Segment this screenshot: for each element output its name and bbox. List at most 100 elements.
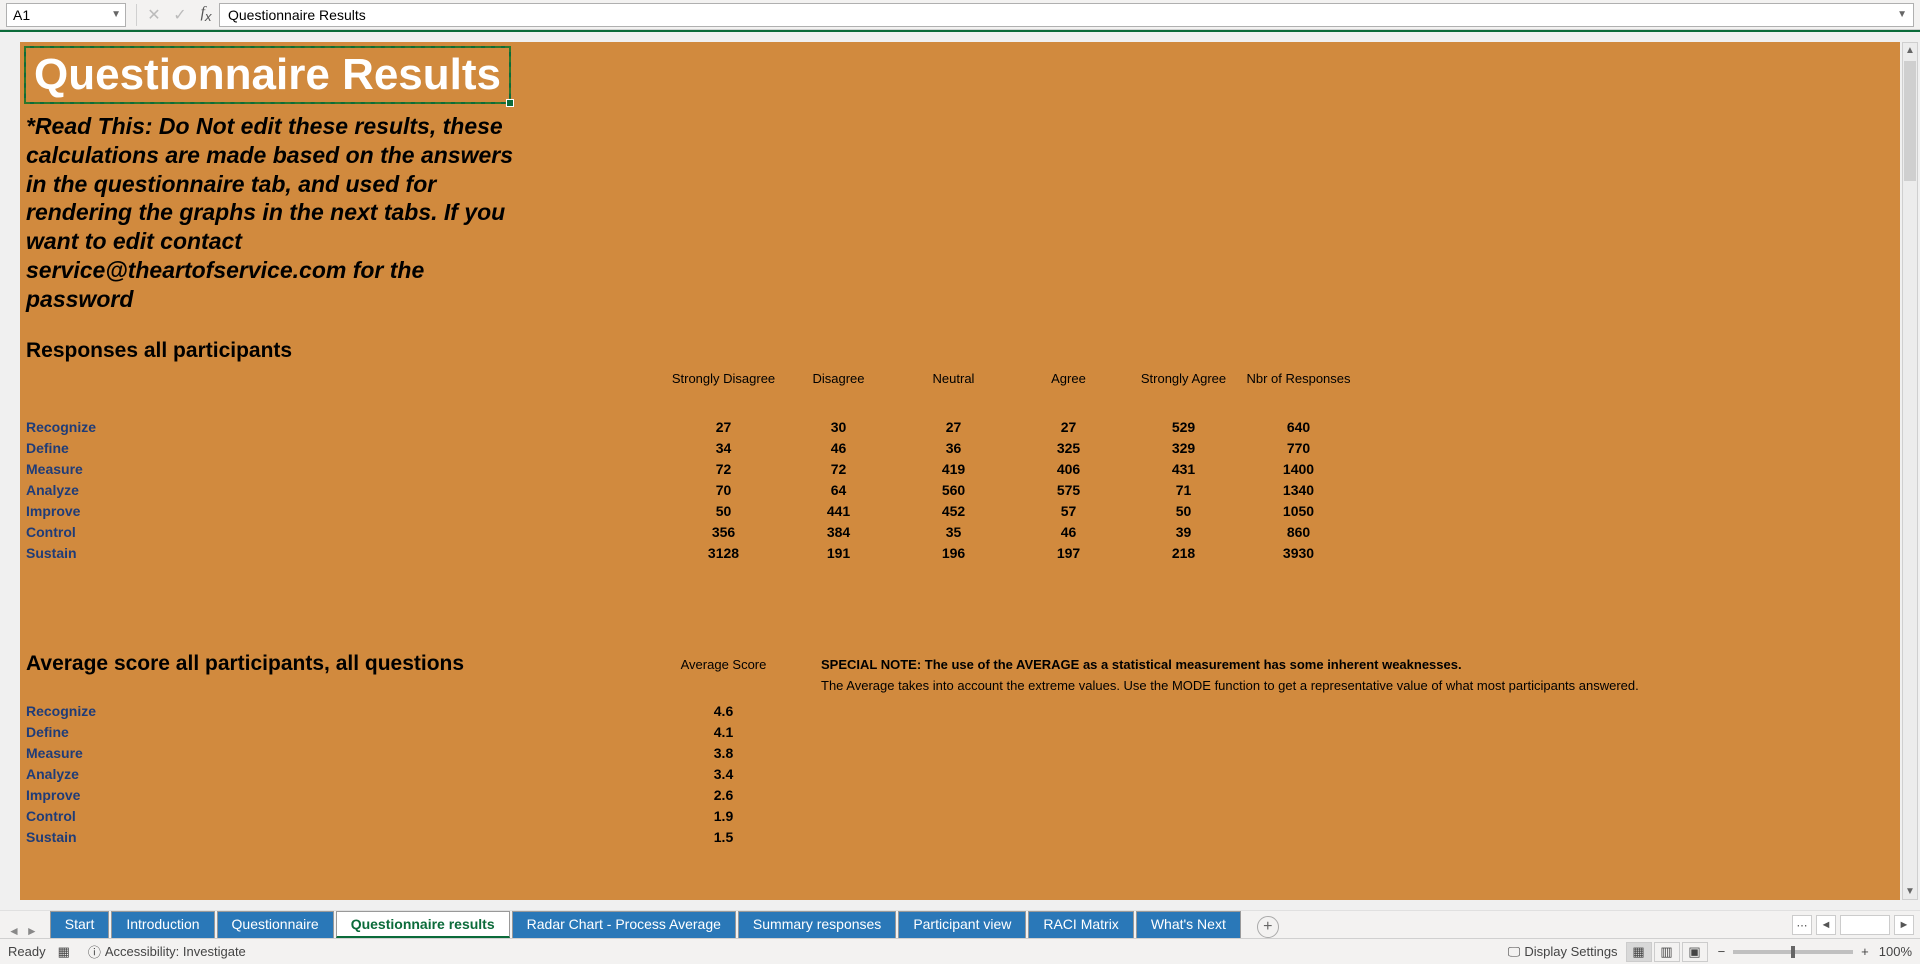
- table-row: Control356384354639860: [26, 521, 1356, 542]
- formula-input[interactable]: Questionnaire Results ▼: [219, 3, 1914, 27]
- category-label: Measure: [26, 745, 666, 761]
- cell-value: 50: [1126, 503, 1241, 519]
- zoom-in-button[interactable]: +: [1861, 944, 1869, 959]
- scroll-up-icon[interactable]: ▲: [1903, 45, 1917, 56]
- cell-value: 325: [1011, 440, 1126, 456]
- table-row: Define4.1: [26, 721, 1639, 742]
- avg-score-header: Average Score: [666, 657, 781, 672]
- scroll-thumb[interactable]: [1904, 61, 1916, 181]
- table-row: Analyze3.4: [26, 763, 1639, 784]
- hscroll-right-icon[interactable]: ►: [1894, 915, 1914, 935]
- cell-value: 3.4: [666, 766, 781, 782]
- category-label: Analyze: [26, 766, 666, 782]
- cell-value: 1.5: [666, 829, 781, 845]
- cell-value: 70: [666, 482, 781, 498]
- tab-next-icon[interactable]: ►: [26, 924, 38, 938]
- sheet-tab[interactable]: Questionnaire results: [336, 911, 510, 938]
- formula-text: Questionnaire Results: [228, 7, 366, 23]
- selected-cell-a1[interactable]: Questionnaire Results: [24, 46, 511, 104]
- sheet-tab[interactable]: Introduction: [111, 911, 214, 938]
- category-label: Recognize: [26, 703, 666, 719]
- sheet-tab[interactable]: Start: [50, 911, 110, 938]
- fx-icon[interactable]: fx: [193, 4, 219, 24]
- cell-value: 197: [1011, 545, 1126, 561]
- category-label: Sustain: [26, 829, 666, 845]
- zoom-knob[interactable]: [1791, 946, 1795, 958]
- cell-value: 196: [896, 545, 1011, 561]
- cell-value: 72: [666, 461, 781, 477]
- col-header: Disagree: [781, 371, 896, 386]
- sheet-tab[interactable]: Questionnaire: [217, 911, 334, 938]
- cell-value: 35: [896, 524, 1011, 540]
- cell-value: 46: [1011, 524, 1126, 540]
- scroll-down-icon[interactable]: ▼: [1903, 886, 1917, 897]
- table-row: Recognize27302727529640: [26, 416, 1356, 437]
- sheet-tab[interactable]: Participant view: [898, 911, 1026, 938]
- zoom-out-button[interactable]: −: [1718, 944, 1726, 959]
- tab-options-icon[interactable]: ⋯: [1792, 915, 1812, 935]
- add-sheet-button[interactable]: +: [1257, 916, 1279, 938]
- display-icon: 🖵: [1508, 944, 1521, 960]
- cell-value: 1340: [1241, 482, 1356, 498]
- cell-value: 50: [666, 503, 781, 519]
- sheet-tab[interactable]: What's Next: [1136, 911, 1241, 938]
- special-note-text: The Average takes into account the extre…: [821, 678, 1639, 693]
- cell-value: 27: [666, 419, 781, 435]
- page-layout-view-button[interactable]: ▥: [1654, 942, 1680, 962]
- cell-value: 36: [896, 440, 1011, 456]
- cell-value: 431: [1126, 461, 1241, 477]
- name-box[interactable]: A1 ▼: [6, 3, 126, 27]
- cell-value: 4.1: [666, 724, 781, 740]
- macro-icon[interactable]: ▦: [58, 944, 70, 960]
- sheet-tab[interactable]: RACI Matrix: [1028, 911, 1133, 938]
- cell-value: 1050: [1241, 503, 1356, 519]
- zoom-slider[interactable]: [1733, 950, 1853, 954]
- category-label: Analyze: [26, 482, 666, 498]
- hscroll-left-icon[interactable]: ◄: [1816, 915, 1836, 935]
- cell-value: 406: [1011, 461, 1126, 477]
- hscroll-track[interactable]: [1840, 915, 1890, 935]
- cell-value: 3128: [666, 545, 781, 561]
- status-ready: Ready: [8, 944, 46, 959]
- accessibility-button[interactable]: ⓘ Accessibility: Investigate: [88, 942, 246, 961]
- table-row: Analyze7064560575711340: [26, 479, 1356, 500]
- cell-value: 34: [666, 440, 781, 456]
- separator: [136, 4, 137, 26]
- cell-value: 218: [1126, 545, 1241, 561]
- cell-value: 384: [781, 524, 896, 540]
- cell-value: 39: [1126, 524, 1241, 540]
- accessibility-icon: ⓘ: [88, 942, 101, 961]
- cell-value: 560: [896, 482, 1011, 498]
- cell-value: 356: [666, 524, 781, 540]
- fill-handle[interactable]: [506, 99, 514, 107]
- cell-value: 27: [896, 419, 1011, 435]
- worksheet[interactable]: Questionnaire Results *Read This: Do Not…: [20, 42, 1900, 900]
- section-average-title: Average score all participants, all ques…: [26, 652, 464, 676]
- tab-first-icon[interactable]: ◄: [8, 924, 20, 938]
- table-row: Improve2.6: [26, 784, 1639, 805]
- cell-value: 640: [1241, 419, 1356, 435]
- cell-value: 64: [781, 482, 896, 498]
- category-label: Control: [26, 524, 666, 540]
- chevron-down-icon[interactable]: ▼: [111, 9, 121, 20]
- cell-value: 770: [1241, 440, 1356, 456]
- accessibility-label: Accessibility: Investigate: [105, 944, 246, 959]
- display-settings-button[interactable]: 🖵 Display Settings: [1508, 944, 1618, 960]
- chevron-down-icon[interactable]: ▼: [1897, 9, 1907, 20]
- table-row: Sustain1.5: [26, 826, 1639, 847]
- sheet-tab[interactable]: Summary responses: [738, 911, 896, 938]
- table-row: Define344636325329770: [26, 437, 1356, 458]
- page-break-view-button[interactable]: ▣: [1682, 942, 1708, 962]
- responses-table: Strongly Disagree Disagree Neutral Agree…: [26, 392, 1356, 563]
- normal-view-button[interactable]: ▦: [1626, 942, 1652, 962]
- cell-value: 71: [1126, 482, 1241, 498]
- category-label: Improve: [26, 787, 666, 803]
- cell-value: 1.9: [666, 808, 781, 824]
- cell-value: 30: [781, 419, 896, 435]
- cell-value: 46: [781, 440, 896, 456]
- sheet-tab[interactable]: Radar Chart - Process Average: [512, 911, 736, 938]
- vertical-scrollbar[interactable]: ▲ ▼: [1902, 42, 1918, 900]
- category-label: Control: [26, 808, 666, 824]
- cell-value: 191: [781, 545, 896, 561]
- cell-value: 529: [1126, 419, 1241, 435]
